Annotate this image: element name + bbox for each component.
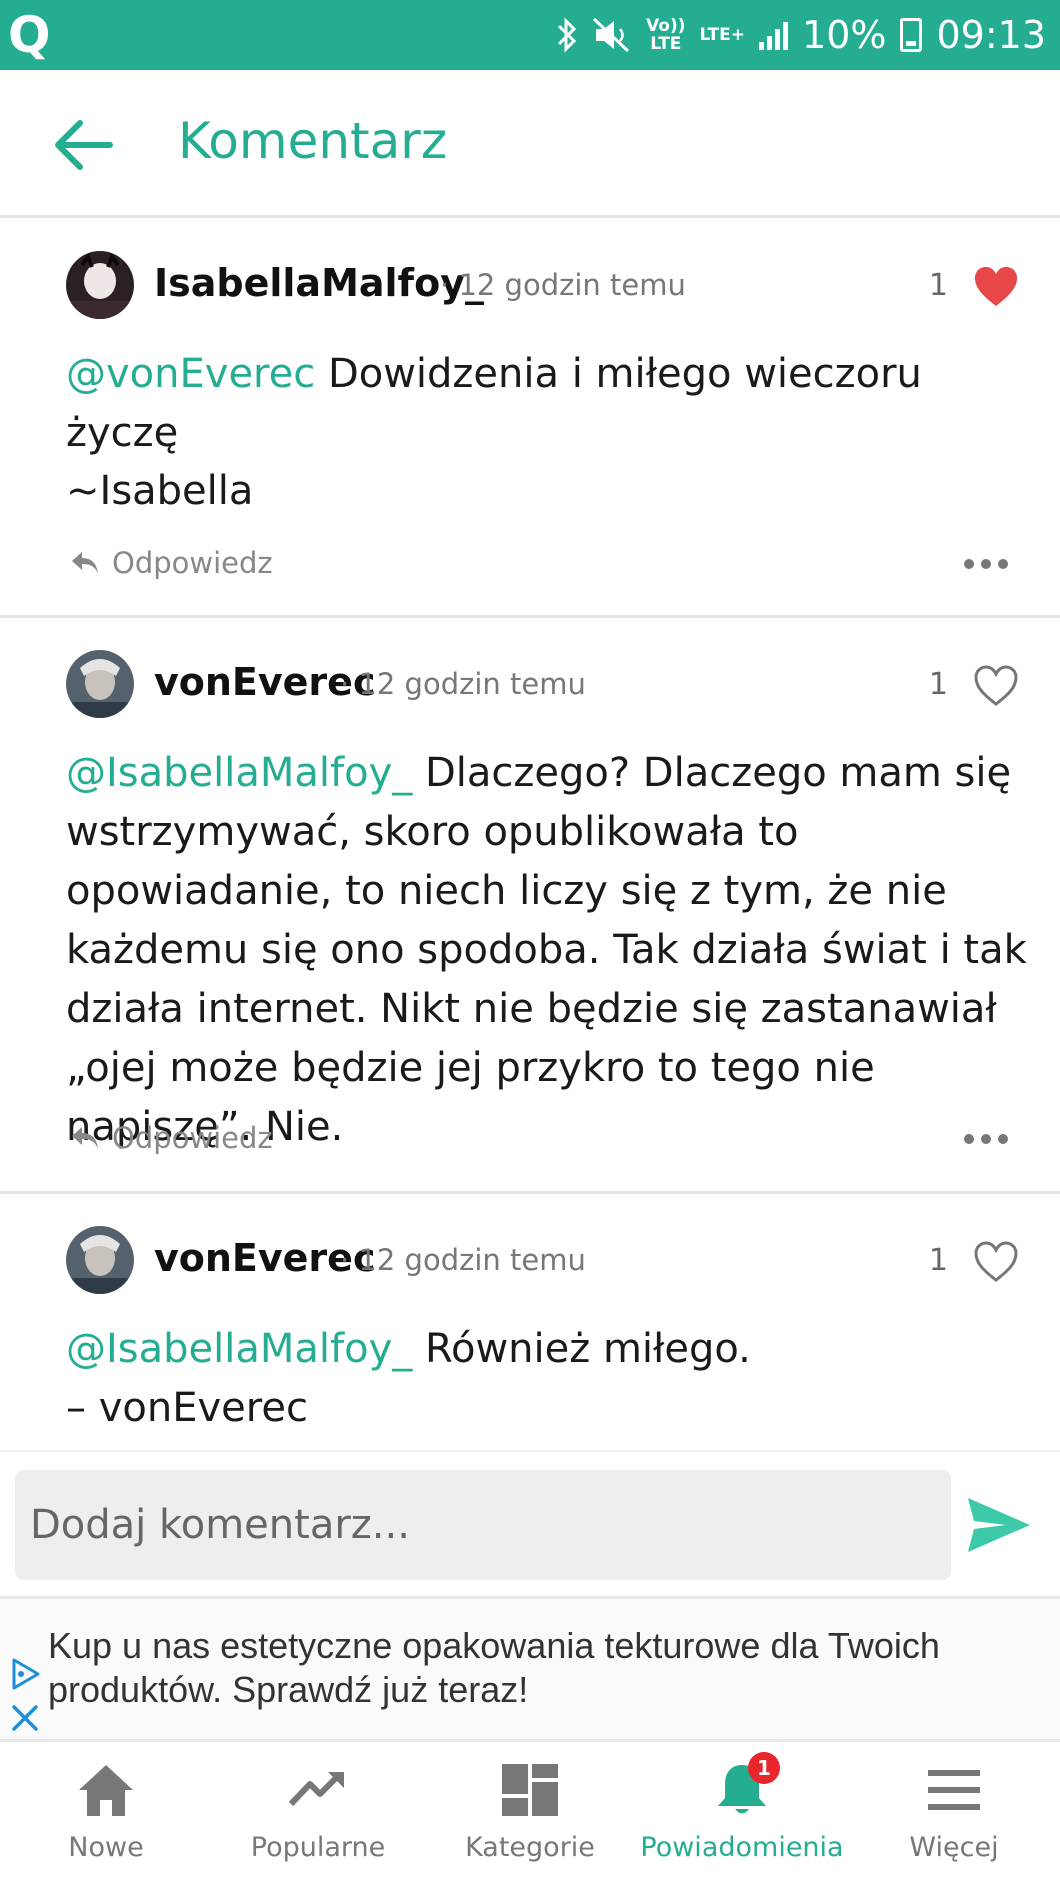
comment-text: @IsabellaMalfoy_ Dlaczego? Dlaczego mam … xyxy=(66,744,1040,1157)
reply-icon xyxy=(72,1127,98,1149)
send-icon[interactable] xyxy=(966,1496,1032,1554)
bottom-navigation: Nowe Popularne Kategorie 1 Powiadomienia xyxy=(0,1742,1060,1884)
reply-button[interactable]: Odpowiedz xyxy=(70,1121,273,1155)
home-icon xyxy=(79,1765,133,1816)
comment-item: vonEverec · 12 godzin temu 1 @IsabellaMa… xyxy=(0,618,1060,1194)
avatar[interactable] xyxy=(66,1226,134,1294)
app-logo-icon: Q xyxy=(8,6,51,64)
comment-time: · 12 godzin temu xyxy=(440,268,686,302)
mute-icon xyxy=(593,17,630,53)
reply-icon xyxy=(72,552,98,574)
signal-icon xyxy=(759,20,789,50)
heart-filled-icon[interactable] xyxy=(974,266,1018,308)
nav-label: Popularne xyxy=(250,1832,386,1863)
more-options-icon[interactable] xyxy=(964,559,1008,571)
like-count: 1 xyxy=(928,268,948,303)
reply-label: Odpowiedz xyxy=(112,546,273,580)
nav-item-nowe[interactable]: Nowe xyxy=(0,1742,212,1884)
more-options-icon[interactable] xyxy=(964,1134,1008,1146)
nav-item-wiecej[interactable]: Więcej xyxy=(848,1742,1060,1884)
nav-item-popularne[interactable]: Popularne xyxy=(212,1742,424,1884)
comment-text: @vonEverec Dowidzenia i miłego wieczoru … xyxy=(66,345,1032,463)
mention-link[interactable]: @vonEverec xyxy=(66,351,315,397)
nav-item-powiadomienia[interactable]: 1 Powiadomienia xyxy=(636,1742,848,1884)
adchoices-icon[interactable] xyxy=(8,1657,42,1691)
nav-label: Nowe xyxy=(68,1832,144,1863)
nav-item-kategorie[interactable]: Kategorie xyxy=(424,1742,636,1884)
app-header: Komentarz xyxy=(0,70,1060,218)
comment-time-text: 12 godzin temu xyxy=(358,1243,586,1277)
close-icon[interactable] xyxy=(10,1703,40,1733)
heart-outline-icon[interactable] xyxy=(974,1241,1018,1283)
comment-time-text: 12 godzin temu xyxy=(358,667,586,701)
mention-link[interactable]: @IsabellaMalfoy_ xyxy=(66,1326,412,1372)
nav-label: Więcej xyxy=(909,1832,999,1863)
avatar[interactable] xyxy=(66,650,134,718)
reply-button[interactable]: Odpowiedz xyxy=(70,546,273,580)
comment-composer xyxy=(0,1450,1060,1594)
like-count: 1 xyxy=(928,1243,948,1278)
comment-item: vonEverec · 12 godzin temu 1 @IsabellaMa… xyxy=(0,1194,1060,1450)
comment-input[interactable] xyxy=(15,1470,951,1580)
avatar[interactable] xyxy=(66,251,134,319)
volte-indicator: Vo)) LTE xyxy=(646,16,686,54)
bluetooth-icon xyxy=(558,17,577,53)
reply-label: Odpowiedz xyxy=(112,1121,273,1155)
notification-badge: 1 xyxy=(748,1752,780,1784)
comment-time: · 12 godzin temu xyxy=(340,1243,586,1277)
status-icons: Vo)) LTE LTE+ 10% 09:13 xyxy=(556,10,1046,60)
comment-signature: ~Isabella xyxy=(66,468,254,514)
comment-item: IsabellaMalfoy_ · 12 godzin temu 1 @vonE… xyxy=(0,221,1060,618)
status-bar: Q Vo)) LTE LTE+ 10% 09:13 xyxy=(0,0,1060,70)
like-count: 1 xyxy=(928,667,948,702)
clock: 09:13 xyxy=(936,13,1046,57)
ad-banner[interactable]: Kup u nas estetyczne opakowania tekturow… xyxy=(0,1596,1060,1742)
menu-icon xyxy=(928,1770,980,1810)
mention-link[interactable]: @IsabellaMalfoy_ xyxy=(66,750,412,796)
network-indicator: LTE+ xyxy=(699,25,746,45)
grid-icon xyxy=(502,1764,558,1816)
ad-text[interactable]: Kup u nas estetyczne opakowania tekturow… xyxy=(48,1624,1040,1712)
nav-label: Powiadomienia xyxy=(640,1832,844,1863)
comment-body: Dlaczego? Dlaczego mam się wstrzymywać, … xyxy=(66,750,1027,1150)
comment-signature: – vonEverec xyxy=(66,1385,308,1431)
comment-text: @IsabellaMalfoy_ Również miłego. xyxy=(66,1320,1032,1379)
battery-percent: 10% xyxy=(802,13,887,57)
page-title: Komentarz xyxy=(178,112,448,170)
nav-label: Kategorie xyxy=(465,1832,595,1863)
heart-outline-icon[interactable] xyxy=(974,665,1018,707)
comment-time-text: 12 godzin temu xyxy=(458,268,686,302)
battery-icon xyxy=(900,18,923,52)
comment-time: · 12 godzin temu xyxy=(340,667,586,701)
arrow-left-icon[interactable] xyxy=(50,115,116,175)
comment-author[interactable]: IsabellaMalfoy_ xyxy=(154,261,484,305)
comment-input-wrapper xyxy=(15,1470,951,1580)
comment-body: Również miłego. xyxy=(424,1326,751,1372)
trending-icon xyxy=(288,1771,344,1807)
